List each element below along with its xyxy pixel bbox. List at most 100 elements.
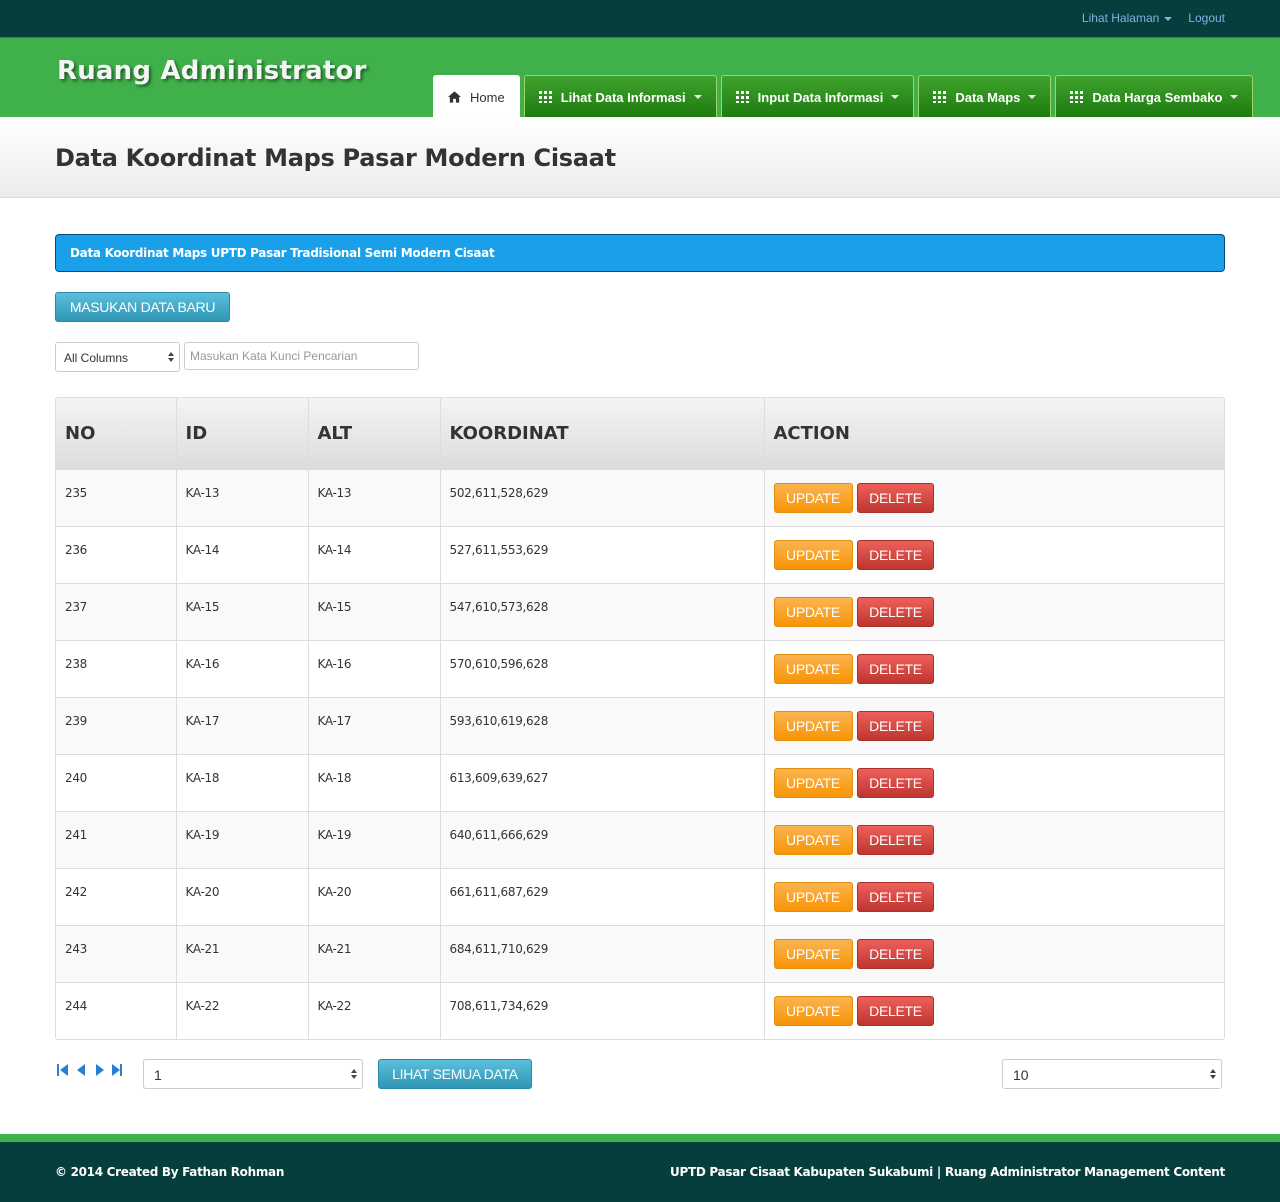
update-button[interactable]: UPDATE: [773, 881, 853, 912]
page-number-value: 1: [154, 1067, 162, 1083]
view-page-menu[interactable]: Lihat Halaman: [1082, 11, 1173, 25]
cell-koordinat: 684,611,710,629: [439, 924, 764, 982]
cell-koordinat: 708,611,734,629: [439, 981, 764, 1039]
cell-action: UPDATE DELETE: [763, 582, 1224, 640]
cell-action: UPDATE DELETE: [763, 981, 1224, 1039]
cell-action: UPDATE DELETE: [763, 468, 1224, 526]
cell-id: KA-19: [175, 810, 308, 868]
delete-button[interactable]: DELETE: [857, 710, 935, 741]
footer: © 2014 Created By Fathan Rohman UPTD Pas…: [0, 1134, 1280, 1202]
update-button[interactable]: UPDATE: [773, 482, 853, 513]
main-nav: Home Lihat Data Informasi Input Data Inf…: [433, 75, 1254, 118]
column-header-no[interactable]: NO: [56, 398, 176, 469]
cell-action: UPDATE DELETE: [763, 696, 1224, 754]
cell-koordinat: 570,610,596,628: [439, 639, 764, 697]
delete-button[interactable]: DELETE: [857, 995, 935, 1026]
nav-tab-label: Input Data Informasi: [757, 89, 884, 105]
table-row: 238 KA-16 KA-16 570,610,596,628 UPDATE D…: [56, 639, 1224, 697]
top-links: Lihat Halaman Logout: [1082, 11, 1225, 25]
cell-koordinat: 527,611,553,629: [439, 525, 764, 583]
first-page-icon[interactable]: [57, 1064, 69, 1076]
cell-id: KA-13: [175, 468, 308, 526]
cell-id: KA-16: [175, 639, 308, 697]
cell-alt: KA-20: [307, 867, 440, 925]
cell-alt: KA-19: [307, 810, 440, 868]
nav-tab-label: Home: [470, 89, 505, 105]
cell-koordinat: 640,611,666,629: [439, 810, 764, 868]
pagination-controls: [57, 1064, 123, 1076]
chevron-down-icon: [891, 95, 900, 99]
cell-id: KA-14: [175, 525, 308, 583]
cell-alt: KA-14: [307, 525, 440, 583]
grid-icon: [538, 91, 552, 103]
update-button[interactable]: UPDATE: [773, 596, 853, 627]
cell-no: 239: [56, 696, 176, 754]
grid-icon: [933, 91, 947, 103]
delete-button[interactable]: DELETE: [857, 824, 935, 855]
cell-action: UPDATE DELETE: [763, 924, 1224, 982]
prev-page-icon[interactable]: [75, 1064, 87, 1076]
cell-alt: KA-13: [307, 468, 440, 526]
title-band: Data Koordinat Maps Pasar Modern Cisaat: [0, 117, 1280, 198]
home-icon: [448, 91, 461, 103]
cell-koordinat: 613,609,639,627: [439, 753, 764, 811]
delete-button[interactable]: DELETE: [857, 653, 935, 684]
nav-tab-home[interactable]: Home: [433, 75, 520, 118]
cell-no: 241: [56, 810, 176, 868]
column-filter-value: All Columns: [64, 351, 129, 365]
cell-koordinat: 547,610,573,628: [439, 582, 764, 640]
column-header-koordinat[interactable]: KOORDINAT: [439, 398, 764, 469]
add-new-data-button[interactable]: MASUKAN DATA BARU: [55, 292, 230, 322]
cell-alt: KA-18: [307, 753, 440, 811]
update-button[interactable]: UPDATE: [773, 653, 853, 684]
select-arrows-icon: [168, 352, 174, 362]
table-row: 241 KA-19 KA-19 640,611,666,629 UPDATE D…: [56, 810, 1224, 868]
nav-tab-harga-sembako[interactable]: Data Harga Sembako: [1055, 75, 1254, 118]
column-filter-select[interactable]: All Columns: [55, 342, 180, 372]
chevron-down-icon: [1230, 95, 1239, 99]
nav-tab-lihat-data[interactable]: Lihat Data Informasi: [523, 75, 717, 118]
cell-no: 240: [56, 753, 176, 811]
grid-icon: [735, 91, 749, 103]
update-button[interactable]: UPDATE: [773, 539, 853, 570]
page-title: Data Koordinat Maps Pasar Modern Cisaat: [55, 144, 616, 172]
delete-button[interactable]: DELETE: [857, 767, 935, 798]
select-arrows-icon: [1210, 1069, 1216, 1079]
page-number-select[interactable]: 1: [143, 1059, 363, 1089]
brand-title: Ruang Administrator: [57, 56, 367, 86]
update-button[interactable]: UPDATE: [773, 938, 853, 969]
search-input[interactable]: [184, 342, 419, 370]
select-arrows-icon: [351, 1069, 357, 1079]
delete-button[interactable]: DELETE: [857, 881, 935, 912]
delete-button[interactable]: DELETE: [857, 938, 935, 969]
rows-per-page-select[interactable]: 10: [1002, 1059, 1222, 1089]
logout-link[interactable]: Logout: [1188, 11, 1225, 25]
cell-alt: KA-17: [307, 696, 440, 754]
grid-icon: [1070, 91, 1084, 103]
cell-no: 235: [56, 468, 176, 526]
update-button[interactable]: UPDATE: [773, 767, 853, 798]
header: Ruang Administrator Home Lihat Data Info…: [0, 37, 1280, 118]
nav-tab-data-maps[interactable]: Data Maps: [918, 75, 1052, 118]
last-page-icon[interactable]: [111, 1064, 123, 1076]
footer-credits: UPTD Pasar Cisaat Kabupaten Sukabumi | R…: [670, 1165, 1225, 1179]
update-button[interactable]: UPDATE: [773, 824, 853, 855]
cell-koordinat: 661,611,687,629: [439, 867, 764, 925]
delete-button[interactable]: DELETE: [857, 539, 935, 570]
cell-no: 244: [56, 981, 176, 1039]
view-all-data-button[interactable]: LIHAT SEMUA DATA: [378, 1059, 532, 1089]
delete-button[interactable]: DELETE: [857, 596, 935, 627]
table-row: 239 KA-17 KA-17 593,610,619,628 UPDATE D…: [56, 696, 1224, 754]
update-button[interactable]: UPDATE: [773, 995, 853, 1026]
cell-id: KA-18: [175, 753, 308, 811]
column-header-id[interactable]: ID: [175, 398, 308, 469]
nav-tab-input-data[interactable]: Input Data Informasi: [720, 75, 915, 118]
update-button[interactable]: UPDATE: [773, 710, 853, 741]
delete-button[interactable]: DELETE: [857, 482, 935, 513]
column-header-alt[interactable]: ALT: [307, 398, 440, 469]
nav-tab-label: Data Harga Sembako: [1092, 89, 1223, 105]
next-page-icon[interactable]: [93, 1064, 105, 1076]
cell-no: 238: [56, 639, 176, 697]
cell-no: 237: [56, 582, 176, 640]
cell-id: KA-17: [175, 696, 308, 754]
